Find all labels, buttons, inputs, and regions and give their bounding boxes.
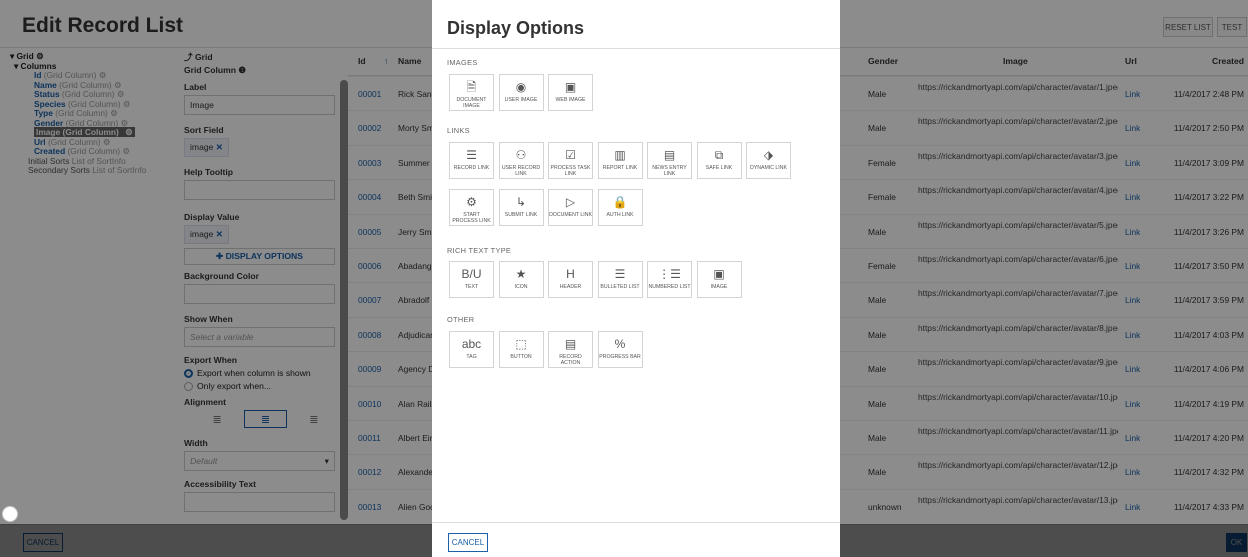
document-image-icon: 🗎 [466, 80, 477, 94]
tile-label: START PROCESS LINK [452, 212, 491, 224]
tile-label: USER IMAGE [504, 97, 538, 103]
user-record-link-icon: ⚇ [515, 148, 527, 162]
tile-safe-link[interactable]: ⧉ SAFE LINK [696, 142, 742, 179]
modal-overlay-footer-right [840, 524, 1248, 557]
section-label: RICH TEXT TYPE [447, 246, 512, 255]
tile-label: BUTTON [510, 354, 532, 360]
tile-label: PROGRESS BAR [599, 354, 641, 360]
tile-submit-link[interactable]: ↳ SUBMIT LINK [498, 189, 544, 226]
numbered-list-icon: ⋮☰ [658, 267, 681, 281]
modal-overlay-right[interactable] [840, 0, 1248, 557]
section-label: LINKS [447, 126, 470, 135]
icon-icon: ★ [515, 267, 527, 281]
tile-tag[interactable]: abc TAG [449, 331, 494, 368]
display-options-dialog: Display Options IMAGES 🗎 DOCUMENT IMAGE ◉ US… [432, 0, 840, 557]
start-process-link-icon: ⚙ [466, 195, 477, 209]
tile-record-link[interactable]: ☰ RECORD LINK [449, 142, 494, 179]
tile-label: SUBMIT LINK [504, 212, 538, 218]
tile-button[interactable]: ⬚ BUTTON [498, 331, 544, 368]
tile-label: ICON [514, 284, 528, 290]
modal-overlay-footer-left [0, 524, 432, 557]
image-icon: ▣ [713, 267, 725, 281]
section-label: OTHER [447, 315, 475, 324]
tag-icon: abc [461, 337, 482, 351]
tile-label: BULLETED LIST [600, 284, 640, 290]
tile-process-task-link[interactable]: ☑ PROCESS TASK LINK [548, 142, 593, 179]
tile-label: TEXT [464, 284, 479, 290]
tile-icon[interactable]: ★ ICON [498, 261, 544, 298]
tile-label: RECORD LINK [453, 165, 490, 171]
tile-bulleted-list[interactable]: ☰ BULLETED LIST [597, 261, 643, 298]
tile-start-process-link[interactable]: ⚙ START PROCESS LINK [449, 189, 494, 226]
tile-news-entry-link[interactable]: ▤ NEWS ENTRY LINK [647, 142, 692, 179]
tile-user-image[interactable]: ◉ USER IMAGE [498, 74, 544, 111]
auth-link-icon: 🔒 [612, 195, 628, 209]
submit-link-icon: ↳ [515, 195, 527, 209]
progress-bar-icon: % [614, 337, 626, 351]
tile-web-image[interactable]: ▣ WEB IMAGE [548, 74, 593, 111]
modal-overlay-left[interactable] [0, 0, 432, 557]
dialog-footer: CANCEL [432, 522, 840, 557]
tile-dynamic-link[interactable]: ⬗ DYNAMIC LINK [746, 142, 791, 179]
news-entry-link-icon: ▤ [663, 148, 676, 162]
tile-label: USER RECORD LINK [501, 165, 541, 177]
tile-document-image[interactable]: 🗎 DOCUMENT IMAGE [449, 74, 494, 111]
tile-numbered-list[interactable]: ⋮☰ NUMBERED LIST [647, 261, 692, 298]
tile-label: HEADER [559, 284, 582, 290]
tile-record-action[interactable]: ▤ RECORD ACTION [548, 331, 593, 368]
tile-label: NUMBERED LIST [648, 284, 691, 290]
help-fab-icon[interactable] [2, 506, 18, 522]
tile-label: RECORD ACTION [559, 354, 582, 366]
tile-label: REPORT LINK [602, 165, 638, 171]
report-link-icon: ▥ [614, 148, 626, 162]
tile-auth-link[interactable]: 🔒 AUTH LINK [597, 189, 643, 226]
dynamic-link-icon: ⬗ [763, 148, 774, 162]
safe-link-icon: ⧉ [714, 148, 724, 162]
tile-image[interactable]: ▣ IMAGE [696, 261, 742, 298]
process-task-link-icon: ☑ [565, 148, 576, 162]
tile-label: DOCUMENT LINK [549, 212, 592, 218]
tile-progress-bar[interactable]: % PROGRESS BAR [597, 331, 643, 368]
tile-document-link[interactable]: ▷ DOCUMENT LINK [548, 189, 593, 226]
bulleted-list-icon: ☰ [614, 267, 626, 281]
tile-label: NEWS ENTRY LINK [652, 165, 687, 177]
tile-label: WEB IMAGE [555, 97, 586, 103]
button-icon: ⬚ [515, 337, 527, 351]
tile-label: AUTH LINK [606, 212, 634, 218]
record-action-icon: ▤ [564, 337, 577, 351]
tile-label: SAFE LINK [705, 165, 733, 171]
tile-header[interactable]: H HEADER [548, 261, 593, 298]
web-image-icon: ▣ [564, 80, 577, 94]
tile-label: DYNAMIC LINK [750, 165, 787, 171]
user-image-icon: ◉ [515, 80, 527, 94]
tile-label: TAG [466, 354, 477, 360]
tile-text[interactable]: B/U TEXT [449, 261, 494, 298]
tile-user-record-link[interactable]: ⚇ USER RECORD LINK [498, 142, 544, 179]
dialog-cancel-button[interactable]: CANCEL [448, 533, 488, 552]
section-label: IMAGES [447, 58, 478, 67]
tile-report-link[interactable]: ▥ REPORT LINK [597, 142, 643, 179]
header-icon: H [566, 267, 575, 281]
dialog-title: Display Options [447, 18, 585, 38]
record-link-icon: ☰ [466, 148, 477, 162]
tile-label: PROCESS TASK LINK [550, 165, 591, 177]
dialog-divider [432, 48, 840, 49]
document-link-icon: ▷ [565, 195, 576, 209]
tile-label: IMAGE [710, 284, 728, 290]
text-icon: B/U [461, 267, 482, 281]
tile-label: DOCUMENT IMAGE [456, 97, 487, 109]
